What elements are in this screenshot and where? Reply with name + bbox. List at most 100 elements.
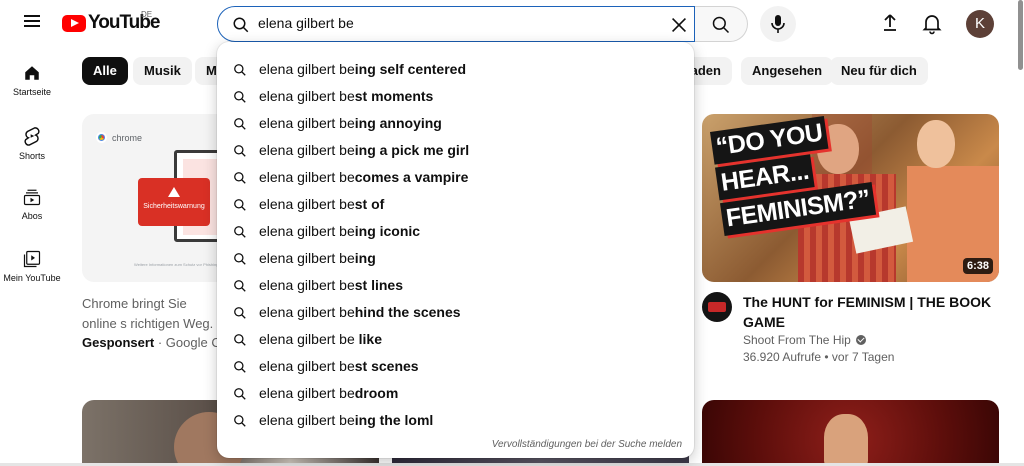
search-icon (234, 280, 246, 292)
search-icon (234, 199, 246, 211)
video-stats: 36.920 Aufrufe • vor 7 Tagen (743, 350, 895, 364)
search-box[interactable] (217, 6, 695, 42)
video-title[interactable]: The HUNT for FEMINISM | THE BOOK GAME (743, 292, 993, 332)
menu-icon[interactable] (20, 12, 44, 36)
video-thumbnail[interactable] (702, 400, 999, 466)
suggestion-completion: like (354, 331, 382, 347)
suggestion-prefix: elena gilbert be (259, 88, 355, 104)
suggestion-completion: ing iconic (354, 223, 421, 239)
sidebar-item-library[interactable]: Mein YouTube (0, 242, 64, 298)
suggestion-item[interactable]: elena gilbert being annoying (217, 110, 694, 137)
youtube-play-icon (62, 14, 86, 32)
video-duration: 6:38 (962, 258, 993, 274)
suggestion-prefix: elena gilbert be (259, 412, 355, 428)
suggestion-item[interactable]: elena gilbert best of (217, 191, 694, 218)
chip-watched[interactable]: Angesehen (741, 57, 834, 85)
voice-search-button[interactable] (760, 6, 796, 42)
search-icon (234, 64, 246, 76)
library-icon (23, 250, 41, 268)
suggestion-prefix: elena gilbert be (259, 358, 355, 374)
search-icon (233, 17, 249, 33)
search-suggestions-dropdown: elena gilbert being self centered elena g… (217, 42, 694, 458)
suggestion-completion: st moments (354, 88, 434, 104)
suggestion-completion: droom (354, 385, 399, 401)
suggestion-completion: comes a vampire (354, 169, 469, 185)
notifications-bell-icon[interactable] (920, 11, 944, 35)
suggestion-item[interactable]: elena gilbert bedroom (217, 380, 694, 407)
home-icon (25, 66, 39, 80)
suggestion-prefix: elena gilbert be (259, 385, 355, 401)
search-icon (234, 226, 246, 238)
suggestion-item[interactable]: elena gilbert being (217, 245, 694, 272)
suggestion-item[interactable]: elena gilbert being a pick me girl (217, 137, 694, 164)
search-icon (712, 16, 730, 34)
suggestion-item[interactable]: elena gilbert be like (217, 326, 694, 353)
chip-all[interactable]: Alle (82, 57, 128, 85)
suggestion-prefix: elena gilbert be (259, 304, 355, 320)
sidebar-item-label: Mein YouTube (3, 273, 61, 283)
sidebar-item-shorts[interactable]: Shorts (0, 118, 64, 174)
suggestion-item[interactable]: elena gilbert best lines (217, 272, 694, 299)
country-code: DE (141, 10, 153, 19)
search-icon (234, 91, 246, 103)
suggestion-item[interactable]: elena gilbert best moments (217, 83, 694, 110)
suggestion-item[interactable]: elena gilbert being the loml (217, 407, 694, 434)
subscriptions-icon (23, 189, 41, 206)
suggestion-completion: ing (354, 250, 376, 266)
suggestion-item[interactable]: elena gilbert behind the scenes (217, 299, 694, 326)
sidebar-item-label: Abos (21, 211, 43, 221)
suggestion-completion: ing the loml (354, 412, 434, 428)
suggestion-prefix: elena gilbert be (259, 331, 355, 347)
sidebar-item-home[interactable]: Startseite (0, 56, 64, 112)
sidebar-item-label: Startseite (12, 87, 52, 97)
warning-label: Sicherheitswarnung (143, 203, 205, 210)
ad-description: Chrome bringt Sie online s richtigen Weg… (82, 296, 214, 331)
channel-avatar[interactable] (702, 292, 732, 322)
search-icon (234, 307, 246, 319)
channel-name[interactable]: Shoot From The Hip (743, 333, 851, 347)
ad-meta: Gesponsert · Google Chro (82, 335, 240, 350)
video-thumbnail[interactable]: “DO YOU HEAR... FEMINISM?” 6:38 (702, 114, 999, 282)
sidebar-item-label: Shorts (18, 151, 45, 161)
suggestion-item[interactable]: elena gilbert being self centered (217, 56, 694, 83)
suggestion-prefix: elena gilbert be (259, 115, 355, 131)
suggestion-completion: ing self centered (354, 61, 467, 77)
search-icon (234, 253, 246, 265)
sidebar-item-subscriptions[interactable]: Abos (0, 180, 64, 236)
verified-check-icon (855, 335, 866, 345)
suggestion-prefix: elena gilbert be (259, 61, 355, 77)
shorts-icon (24, 127, 40, 146)
suggestion-completion: st lines (354, 277, 403, 293)
chrome-logo-icon (96, 132, 107, 143)
account-avatar[interactable]: K (966, 10, 994, 38)
suggestion-prefix: elena gilbert be (259, 142, 355, 158)
security-warning-badge: Sicherheitswarnung (138, 178, 210, 226)
upload-icon[interactable] (878, 11, 902, 35)
search-button[interactable] (695, 6, 748, 42)
search-input[interactable] (258, 15, 658, 31)
search-icon (234, 361, 246, 373)
microphone-icon (771, 15, 785, 33)
suggestion-completion: ing annoying (354, 115, 442, 131)
suggestion-item[interactable]: elena gilbert becomes a vampire (217, 164, 694, 191)
report-suggestions-link[interactable]: Vervollständigungen bei der Suche melden (492, 439, 682, 450)
ad-footer-text: Weitere Informationen zum Schutz vor Phi… (134, 262, 219, 267)
chip-music[interactable]: Musik (133, 57, 192, 85)
suggestion-prefix: elena gilbert be (259, 277, 355, 293)
suggestion-prefix: elena gilbert be (259, 169, 355, 185)
search-icon (234, 415, 246, 427)
chip-new-for-you[interactable]: Neu für dich (830, 57, 928, 85)
thumbnail-caption: “DO YOU HEAR... FEMINISM?” (710, 114, 877, 239)
suggestion-item[interactable]: elena gilbert best scenes (217, 353, 694, 380)
suggestion-completion: st of (354, 196, 385, 212)
warning-icon (168, 187, 180, 197)
suggestion-item[interactable]: elena gilbert being iconic (217, 218, 694, 245)
ad-brand-label: chrome (112, 132, 143, 143)
suggestion-prefix: elena gilbert be (259, 223, 355, 239)
sponsored-label: Gesponsert (82, 335, 155, 350)
thumbnail-line: “DO YOU (710, 115, 829, 165)
page-scrollbar[interactable] (1016, 0, 1024, 466)
search-icon (234, 334, 246, 346)
clear-search-icon[interactable] (668, 14, 690, 36)
search-bar (217, 6, 748, 42)
